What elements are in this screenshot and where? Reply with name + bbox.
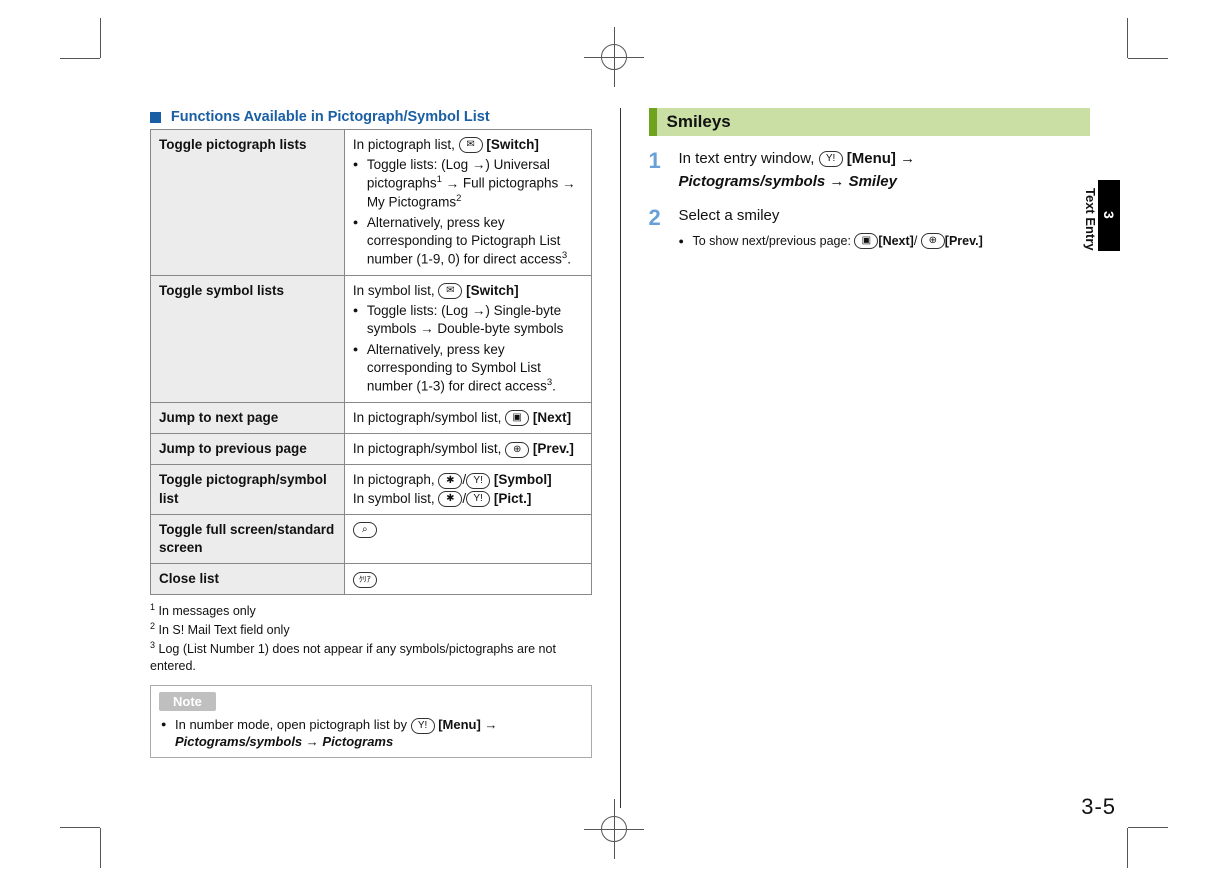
chapter-title: Text Entry xyxy=(1083,180,1098,251)
list-item: Alternatively, press key corresponding t… xyxy=(353,341,583,396)
step-1: 1 In text entry window, Y! [Menu] → Pict… xyxy=(649,148,1091,193)
section-title: Functions Available in Pictograph/Symbol… xyxy=(171,109,490,125)
arrow-icon: → xyxy=(829,171,844,194)
smileys-header: Smileys xyxy=(649,108,1091,136)
row7-body: ｸﾘｱ xyxy=(344,564,591,595)
row1-body: In pictograph list, ✉ [Switch] Toggle li… xyxy=(344,130,591,276)
step2-title: Select a smiley xyxy=(679,207,780,224)
arrow-icon: → xyxy=(306,734,319,749)
step-number-icon: 2 xyxy=(649,205,667,250)
left-column: Functions Available in Pictograph/Symbol… xyxy=(150,108,592,808)
arrow-icon: → xyxy=(562,175,576,193)
list-item: Alternatively, press key corresponding t… xyxy=(353,214,583,269)
row7-label: Close list xyxy=(151,564,345,595)
arrow-icon: → xyxy=(472,156,486,174)
web-key-icon: ⊕ xyxy=(921,233,945,249)
list-item: Toggle lists: (Log →) Single-byte symbol… xyxy=(353,302,583,338)
step-number-icon: 1 xyxy=(649,148,667,193)
mail-key-icon: ✉ xyxy=(438,283,462,299)
arrow-icon: → xyxy=(472,302,486,320)
row1-label: Toggle pictograph lists xyxy=(151,130,345,276)
row6-body: ⌕ xyxy=(344,514,591,563)
arrow-icon: → xyxy=(900,148,915,171)
row2-body: In symbol list, ✉ [Switch] Toggle lists:… xyxy=(344,276,591,403)
row2-label: Toggle symbol lists xyxy=(151,276,345,403)
star-key-icon: ✱ xyxy=(438,491,462,507)
note-label: Note xyxy=(159,692,216,711)
note-item: In number mode, open pictograph list by … xyxy=(161,717,581,749)
table-row: Toggle full screen/standard screen ⌕ xyxy=(151,514,592,563)
table-row: Jump to next page In pictograph/symbol l… xyxy=(151,402,592,433)
table-row: Jump to previous page In pictograph/symb… xyxy=(151,434,592,465)
camera-key-icon: ▣ xyxy=(505,410,529,426)
arrow-icon: → xyxy=(446,175,460,193)
y-key-icon: Y! xyxy=(411,718,435,734)
footnotes: 1 In messages only 2 In S! Mail Text fie… xyxy=(150,601,592,675)
star-key-icon: ✱ xyxy=(438,473,462,489)
row5-label: Toggle pictograph/symbol list xyxy=(151,465,345,514)
row6-label: Toggle full screen/standard screen xyxy=(151,514,345,563)
functions-table: Toggle pictograph lists In pictograph li… xyxy=(150,129,592,595)
section-bullet-icon xyxy=(150,112,161,123)
y-key-icon: Y! xyxy=(819,151,843,167)
row5-body: In pictograph, ✱/Y! [Symbol] In symbol l… xyxy=(344,465,591,514)
row3-body: In pictograph/symbol list, ▣ [Next] xyxy=(344,402,591,433)
clear-key-icon: ｸﾘｱ xyxy=(353,572,377,588)
mail-key-icon: ✉ xyxy=(459,137,483,153)
chapter-number: 3 xyxy=(1098,180,1120,251)
footnote-2: In S! Mail Text field only xyxy=(159,624,290,638)
web-key-icon: ⊕ xyxy=(505,442,529,458)
row4-label: Jump to previous page xyxy=(151,434,345,465)
chapter-tab: 3 Text Entry xyxy=(1098,180,1120,251)
right-column: Smileys 1 In text entry window, Y! [Menu… xyxy=(649,108,1091,808)
arrow-icon: → xyxy=(420,320,434,338)
column-divider xyxy=(620,108,621,808)
row4-body: In pictograph/symbol list, ⊕ [Prev.] xyxy=(344,434,591,465)
y-key-icon: Y! xyxy=(466,473,490,489)
arrow-icon: → xyxy=(484,717,497,732)
footnote-1: In messages only xyxy=(159,605,256,619)
table-row: Toggle symbol lists In symbol list, ✉ [S… xyxy=(151,276,592,403)
row3-label: Jump to next page xyxy=(151,402,345,433)
call-key-icon: ⌕ xyxy=(353,522,377,538)
page-number: 3-5 xyxy=(1081,794,1116,820)
table-row: Toggle pictograph/symbol list In pictogr… xyxy=(151,465,592,514)
list-item: Toggle lists: (Log →) Universal pictogra… xyxy=(353,156,583,212)
footnote-3: Log (List Number 1) does not appear if a… xyxy=(150,643,556,674)
y-key-icon: Y! xyxy=(466,491,490,507)
table-row: Close list ｸﾘｱ xyxy=(151,564,592,595)
note-box: Note In number mode, open pictograph lis… xyxy=(150,685,592,758)
camera-key-icon: ▣ xyxy=(854,233,878,249)
step-2: 2 Select a smiley To show next/previous … xyxy=(649,205,1091,250)
step2-sub: To show next/previous page: ▣[Next]/ ⊕[P… xyxy=(679,232,983,251)
table-row: Toggle pictograph lists In pictograph li… xyxy=(151,130,592,276)
section-title-row: Functions Available in Pictograph/Symbol… xyxy=(150,108,592,125)
